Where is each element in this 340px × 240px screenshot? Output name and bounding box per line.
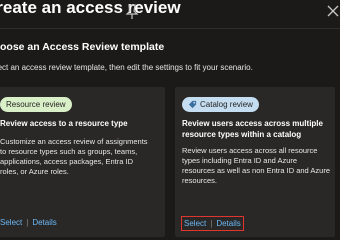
- badge-label: Catalog review: [200, 100, 253, 109]
- card-title: Review access to a resource type: [0, 119, 128, 128]
- header-divider: [0, 28, 340, 29]
- link-separator: |: [26, 218, 29, 227]
- template-heading: Choose an Access Review template: [0, 41, 165, 53]
- select-link[interactable]: Select: [0, 218, 22, 227]
- page-title: Create an access review: [0, 0, 181, 17]
- card-title: Review users access across multiple reso…: [182, 119, 323, 139]
- catalog-review-badge: Catalog review: [182, 97, 259, 112]
- link-separator: |: [210, 219, 213, 228]
- card-actions-highlighted: Select | Details: [181, 216, 244, 231]
- details-link[interactable]: Details: [216, 219, 240, 228]
- resource-review-badge: Resource review: [0, 97, 72, 112]
- select-link[interactable]: Select: [184, 219, 206, 228]
- badge-label: Resource review: [6, 100, 66, 109]
- card-description: Review users access across all resource …: [182, 146, 330, 185]
- resource-review-card: Resource review Review access to a resou…: [0, 87, 165, 237]
- close-icon[interactable]: [325, 3, 340, 19]
- template-description: Select an access review template, then e…: [0, 63, 253, 72]
- details-link[interactable]: Details: [32, 218, 56, 227]
- card-actions: Select | Details: [0, 218, 57, 227]
- card-description: Customize an access review of assignment…: [0, 137, 148, 176]
- catalog-icon: [188, 100, 197, 109]
- catalog-review-card: Catalog review Review users access acros…: [175, 87, 335, 237]
- pin-icon[interactable]: [123, 3, 141, 21]
